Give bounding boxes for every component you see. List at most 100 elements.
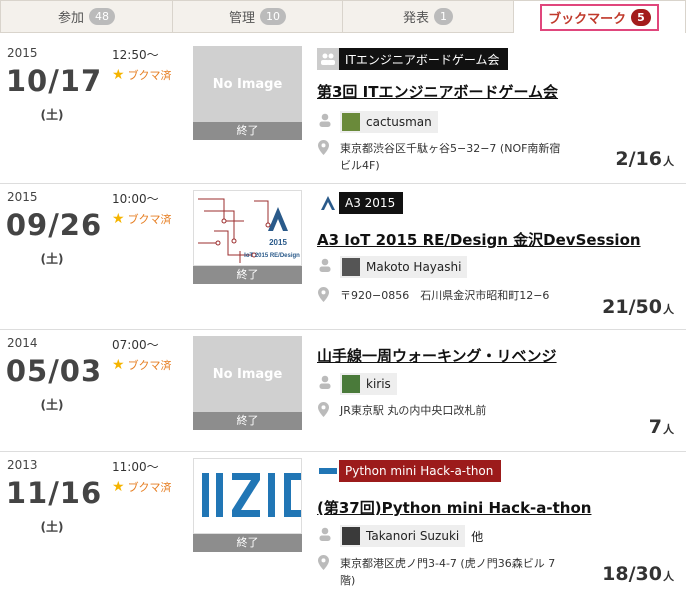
count-value: 18/30 <box>602 563 662 585</box>
star-icon: ★ <box>112 67 125 83</box>
tab-present[interactable]: 発表 1 <box>343 0 514 33</box>
owner-chip[interactable]: Takanori Suzuki <box>340 525 466 547</box>
participant-count: 18/30人 <box>602 563 674 585</box>
tab-attend[interactable]: 参加 48 <box>0 0 173 33</box>
ended-label: 終了 <box>193 266 302 284</box>
count-value: 2/16 <box>615 148 662 170</box>
group-name: ITエンジニアボードゲーム会 <box>345 52 500 67</box>
event-title-link[interactable]: A3 IoT 2015 RE/Design 金沢DevSession <box>317 229 641 250</box>
map-pin-icon <box>318 555 340 589</box>
event-thumbnail[interactable]: 終了 <box>193 458 302 552</box>
event-address: JR東京駅 丸の内中央口改札前 <box>318 402 600 421</box>
event-image <box>193 458 302 534</box>
no-image-placeholder: No Image <box>193 46 302 122</box>
event-time: 07:00〜 <box>112 338 159 352</box>
event-title-link[interactable]: (第37回)Python mini Hack-a-thon <box>317 497 591 518</box>
event-owner: Takanori Suzuki 他 <box>318 525 483 547</box>
map-pin-icon <box>318 402 340 421</box>
tab-bookmark-label: ブックマーク <box>548 11 627 27</box>
owner-chip[interactable]: kiris <box>340 373 397 395</box>
event-date: 10/17 <box>5 64 103 98</box>
owner-chip[interactable]: Makoto Hayashi <box>340 256 468 278</box>
avatar <box>342 258 360 276</box>
tab-present-count: 1 <box>434 8 453 25</box>
person-icon <box>318 375 336 393</box>
event-address: 東京都渋谷区千駄ヶ谷5−32−7 (NOF南新宿ビル4F) <box>318 140 570 174</box>
bookmark-label: ブクマ済 <box>127 481 172 494</box>
event-address: 東京都港区虎ノ門3-4-7 (虎ノ門36森ビル 7階) <box>318 555 570 589</box>
event-image: 2015 IoT 2015 RE/Design <box>193 190 302 266</box>
count-value: 21/50 <box>602 296 662 318</box>
event-item: 2013 11/16 (土) 11:00〜 ★ ブクマ済 終了 Python m… <box>0 452 686 600</box>
count-value: 7 <box>648 416 662 438</box>
count-unit: 人 <box>663 155 674 168</box>
participant-count: 7人 <box>649 416 674 438</box>
tab-manage-label: 管理 <box>228 11 255 26</box>
event-owner: kiris <box>318 373 403 395</box>
bookmark-status[interactable]: ★ ブクマ済 <box>112 357 172 373</box>
event-date: 05/03 <box>5 354 103 388</box>
star-icon: ★ <box>112 211 125 227</box>
address-text: 東京都渋谷区千駄ヶ谷5−32−7 (NOF南新宿ビル4F) <box>340 142 561 172</box>
event-time: 11:00〜 <box>112 460 159 474</box>
count-unit: 人 <box>663 423 674 436</box>
group-name: Python mini Hack-a-thon <box>345 464 494 478</box>
event-year: 2014 <box>7 336 38 350</box>
bookmark-status[interactable]: ★ ブクマ済 <box>112 479 172 495</box>
bookmark-label: ブクマ済 <box>127 359 172 372</box>
group-icon <box>317 48 339 70</box>
avatar <box>342 113 360 131</box>
bookmark-status[interactable]: ★ ブクマ済 <box>112 211 172 227</box>
tab-bookmark-inner: ブックマーク 5 <box>540 3 659 31</box>
star-icon: ★ <box>112 357 125 373</box>
address-text: 東京都港区虎ノ門3-4-7 (虎ノ門36森ビル 7階) <box>340 557 556 587</box>
group-badge[interactable]: Python mini Hack-a-thon <box>317 460 502 482</box>
event-date: 11/16 <box>5 476 103 510</box>
owner-chip[interactable]: cactusman <box>340 111 438 133</box>
count-unit: 人 <box>663 570 674 583</box>
owner-name: cactusman <box>366 115 432 129</box>
owner-name: kiris <box>366 377 391 391</box>
count-unit: 人 <box>663 303 674 316</box>
event-address: 〒920−0856 石川県金沢市昭和町12−6 <box>318 287 570 306</box>
ended-label: 終了 <box>193 412 302 430</box>
event-thumbnail[interactable]: No Image 終了 <box>193 336 302 430</box>
event-title-link[interactable]: 山手線一周ウォーキング・リベンジ <box>317 345 557 366</box>
avatar <box>342 527 360 545</box>
person-icon <box>318 258 336 276</box>
group-name: A3 2015 <box>345 196 396 210</box>
event-owner: cactusman <box>318 111 444 133</box>
tab-manage[interactable]: 管理 10 <box>173 0 343 33</box>
tab-bookmark[interactable]: ブックマーク 5 <box>514 0 686 33</box>
bookmark-label: ブクマ済 <box>127 69 172 82</box>
tab-present-label: 発表 <box>402 11 429 26</box>
avatar <box>342 375 360 393</box>
event-item: 2014 05/03 (土) 07:00〜 ★ ブクマ済 No Image 終了… <box>0 330 686 452</box>
event-thumbnail[interactable]: No Image 終了 <box>193 46 302 140</box>
owner-name: Takanori Suzuki <box>366 529 460 543</box>
address-text: 〒920−0856 石川県金沢市昭和町12−6 <box>340 289 550 302</box>
person-icon <box>318 113 336 131</box>
group-badge[interactable]: ITエンジニアボードゲーム会 <box>317 48 508 70</box>
event-item: 2015 10/17 (土) 12:50〜 ★ ブクマ済 No Image 終了… <box>0 40 686 184</box>
person-icon <box>318 527 336 545</box>
group-badge[interactable]: A3 2015 <box>317 192 404 214</box>
bookmark-status[interactable]: ★ ブクマ済 <box>112 67 172 83</box>
svg-text:IoT 2015 RE/Design: IoT 2015 RE/Design <box>244 253 300 259</box>
map-pin-icon <box>318 287 340 306</box>
no-image-placeholder: No Image <box>193 336 302 412</box>
participant-count: 2/16人 <box>615 148 674 170</box>
a3-logo-icon <box>317 192 339 214</box>
event-thumbnail[interactable]: 2015 IoT 2015 RE/Design 終了 <box>193 190 302 284</box>
event-item: 2015 09/26 (土) 10:00〜 ★ ブクマ済 2015 IoT 20… <box>0 184 686 330</box>
event-year: 2015 <box>7 190 38 204</box>
ended-label: 終了 <box>193 534 302 552</box>
event-title-link[interactable]: 第3回 ITエンジニアボードゲーム会 <box>317 81 558 102</box>
tab-bar: 参加 48 管理 10 発表 1 ブックマーク 5 <box>0 0 686 34</box>
address-text: JR東京駅 丸の内中央口改札前 <box>340 404 487 417</box>
group-logo-icon <box>317 460 339 482</box>
event-year: 2015 <box>7 46 38 60</box>
event-weekday: (土) <box>40 520 64 534</box>
ended-label: 終了 <box>193 122 302 140</box>
event-owner: Makoto Hayashi <box>318 256 473 278</box>
